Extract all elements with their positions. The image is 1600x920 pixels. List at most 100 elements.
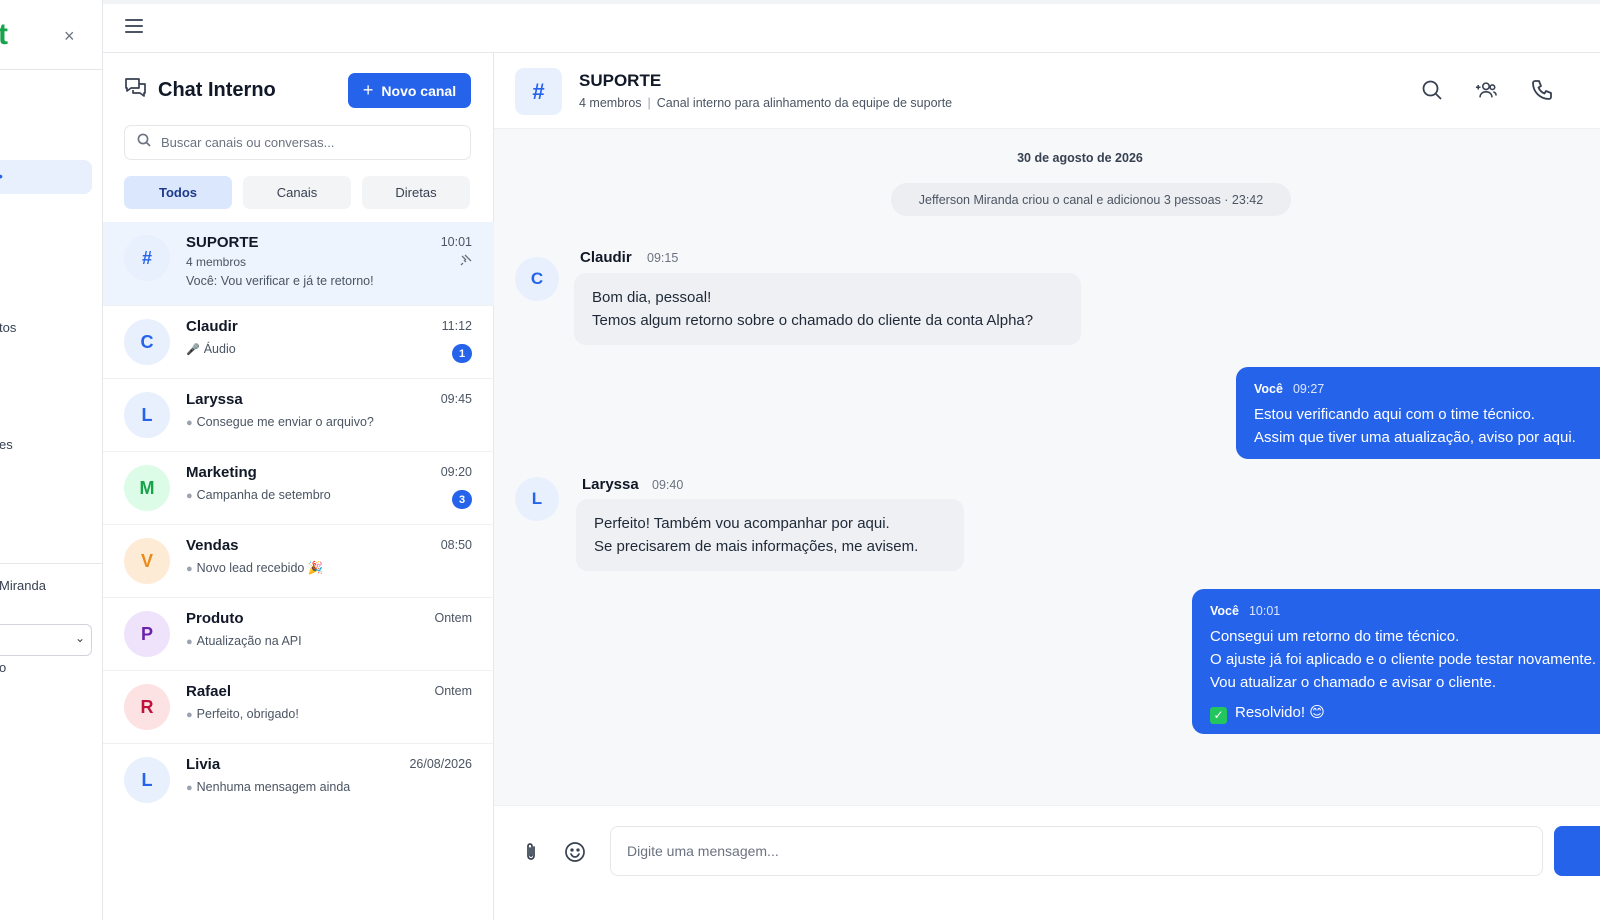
message-bubble-own: Você 10:01 Consegui um retorno do time té… (1192, 589, 1600, 734)
chat-header: # SUPORTE 4 membros | Canal interno para a… (494, 53, 1600, 129)
hamburger-menu-icon[interactable] (125, 19, 143, 33)
resolved-status: ✓ Resolvido! 😊 (1210, 701, 1600, 724)
avatar: L (515, 477, 559, 521)
sidebar-user-name: Miranda (0, 578, 46, 593)
message-line: Vou atualizar o chamado e avisar o clien… (1210, 674, 1497, 691)
sidebar-item-bottom[interactable]: o (0, 660, 6, 675)
message-icon: ● (186, 782, 193, 794)
conversation-item-produto[interactable]: P Produto ● Atualização na API Ontem (103, 598, 494, 671)
conversation-item-vendas[interactable]: V Vendas ● Novo lead recebido 🎉 08:50 (103, 525, 494, 598)
tab-diretas[interactable]: Diretas (362, 176, 470, 209)
conversation-time: Ontem (434, 684, 472, 698)
conversation-name: Claudir (186, 318, 238, 335)
members-icon[interactable] (1475, 79, 1497, 106)
chat-panel: # SUPORTE 4 membros | Canal interno para a… (494, 53, 1600, 920)
message-time: 09:40 (652, 478, 684, 492)
message-icon: ● (186, 636, 193, 648)
conversation-item-claudir[interactable]: C Claudir 🎤 Áudio 11:12 1 (103, 306, 494, 379)
message-input[interactable] (627, 843, 1527, 859)
conversation-item-marketing[interactable]: M Marketing ● Campanha de setembro 09:20 … (103, 452, 494, 525)
tab-canais[interactable]: Canais (243, 176, 351, 209)
emoji-icon[interactable] (564, 841, 586, 868)
check-icon: ✓ (1210, 707, 1227, 724)
sidebar-item-es[interactable]: es (0, 437, 13, 452)
message-bubble: Perfeito! Também vou acompanhar por aqui… (576, 499, 964, 571)
conversation-item-suporte[interactable]: # SUPORTE 4 membros Você: Vou verificar … (103, 222, 494, 306)
message-meta: Você 09:27 (1254, 378, 1600, 401)
tab-todos[interactable]: Todos (124, 176, 232, 209)
message-line: Assim que tiver uma atualização, aviso p… (1254, 429, 1576, 446)
message-line: Perfeito! Também vou acompanhar por aqui… (594, 515, 890, 532)
channel-members: 4 membros (579, 96, 642, 110)
channel-subtitle: 4 membros | Canal interno para alinhamento… (579, 96, 952, 110)
conversation-preview: 🎤 Áudio (186, 342, 236, 356)
message-author: Claudir (580, 249, 632, 266)
search-input[interactable] (161, 135, 451, 150)
channel-hash-icon: # (515, 68, 562, 115)
conversation-name: Produto (186, 610, 244, 627)
conversation-item-laryssa[interactable]: L Laryssa ● Consegue me enviar o arquivo?… (103, 379, 494, 452)
conversation-preview: ● Campanha de setembro (186, 488, 331, 502)
message-icon: ● (186, 709, 193, 721)
microphone-icon: 🎤 (186, 344, 200, 356)
conversation-time: Ontem (434, 611, 472, 625)
unread-badge: 3 (452, 490, 472, 509)
conversation-time: 09:45 (440, 392, 472, 406)
message-time: 10:01 (1248, 604, 1281, 618)
search-icon[interactable] (1421, 79, 1443, 106)
main-sidebar: t × • tos es Miranda ⌄ o (0, 0, 103, 920)
paperclip-icon[interactable] (521, 841, 541, 868)
message-line: Consegui um retorno do time técnico. (1210, 628, 1460, 645)
phone-icon[interactable] (1531, 79, 1553, 106)
conversation-preview-text: Nenhuma mensagem ainda (196, 780, 351, 794)
conversation-members: 4 membros (186, 255, 247, 269)
sidebar-item-tos[interactable]: tos (0, 320, 16, 335)
sidebar-item-active[interactable]: • (0, 160, 92, 194)
filter-tabs: Todos Canais Diretas (124, 176, 470, 209)
system-message: Jefferson Miranda criou o canal e adicio… (891, 183, 1291, 216)
avatar: P (124, 611, 170, 657)
date-separator: 30 de agosto de 2026 (1017, 151, 1143, 165)
avatar: V (124, 538, 170, 584)
avatar: C (124, 319, 170, 365)
conversation-time: 11:12 (441, 319, 472, 333)
message-icon: ● (186, 490, 193, 502)
chevron-down-icon: ⌄ (74, 631, 85, 645)
search-box (124, 125, 471, 160)
message-author: Você (1254, 382, 1283, 396)
conversation-name: Laryssa (186, 391, 243, 408)
conversation-preview: ● Atualização na API (186, 634, 302, 648)
conversation-preview-text: Perfeito, obrigado! (196, 707, 299, 721)
message-bubble: Bom dia, pessoal! Temos algum retorno so… (574, 273, 1081, 345)
close-sidebar-icon[interactable]: × (64, 26, 75, 47)
sidebar-item-active-dot: • (0, 168, 3, 184)
avatar: L (124, 757, 170, 803)
conversation-item-rafael[interactable]: R Rafael ● Perfeito, obrigado! Ontem (103, 671, 494, 744)
conversation-time: 10:01 (440, 235, 472, 249)
chat-bubbles-icon (124, 77, 148, 104)
channel-description: Canal interno para alinhamento da equipe… (656, 96, 953, 110)
conversation-item-livia[interactable]: L Livia ● Nenhuma mensagem ainda 26/08/20… (103, 744, 494, 817)
conversation-name: SUPORTE (186, 234, 259, 251)
new-channel-button[interactable]: + Novo canal (348, 73, 471, 108)
message-icon: ● (186, 417, 193, 429)
sidebar-select[interactable]: ⌄ (0, 624, 92, 656)
conversation-preview-text: Novo lead recebido 🎉 (196, 561, 324, 575)
message-author: Você (1210, 604, 1239, 618)
message-input-wrapper (610, 826, 1543, 876)
avatar: R (124, 684, 170, 730)
pin-icon (460, 254, 472, 269)
conversation-time: 26/08/2026 (409, 757, 472, 771)
send-button[interactable] (1554, 826, 1600, 876)
resolved-label: Resolvido! 😊 (1235, 704, 1325, 721)
app-root: t × • tos es Miranda ⌄ o Chat Interno + … (0, 0, 1600, 920)
message-time: 09:27 (1292, 382, 1325, 396)
message-line: Bom dia, pessoal! (592, 289, 712, 306)
channel-hash-icon: # (124, 235, 170, 281)
search-icon (137, 133, 151, 152)
list-header: Chat Interno (124, 77, 276, 104)
conversation-time: 08:50 (440, 538, 472, 552)
conversation-preview: ● Novo lead recebido 🎉 (186, 561, 323, 576)
conversation-preview: ● Perfeito, obrigado! (186, 707, 299, 721)
conversation-preview-text: Consegue me enviar o arquivo? (196, 415, 374, 429)
